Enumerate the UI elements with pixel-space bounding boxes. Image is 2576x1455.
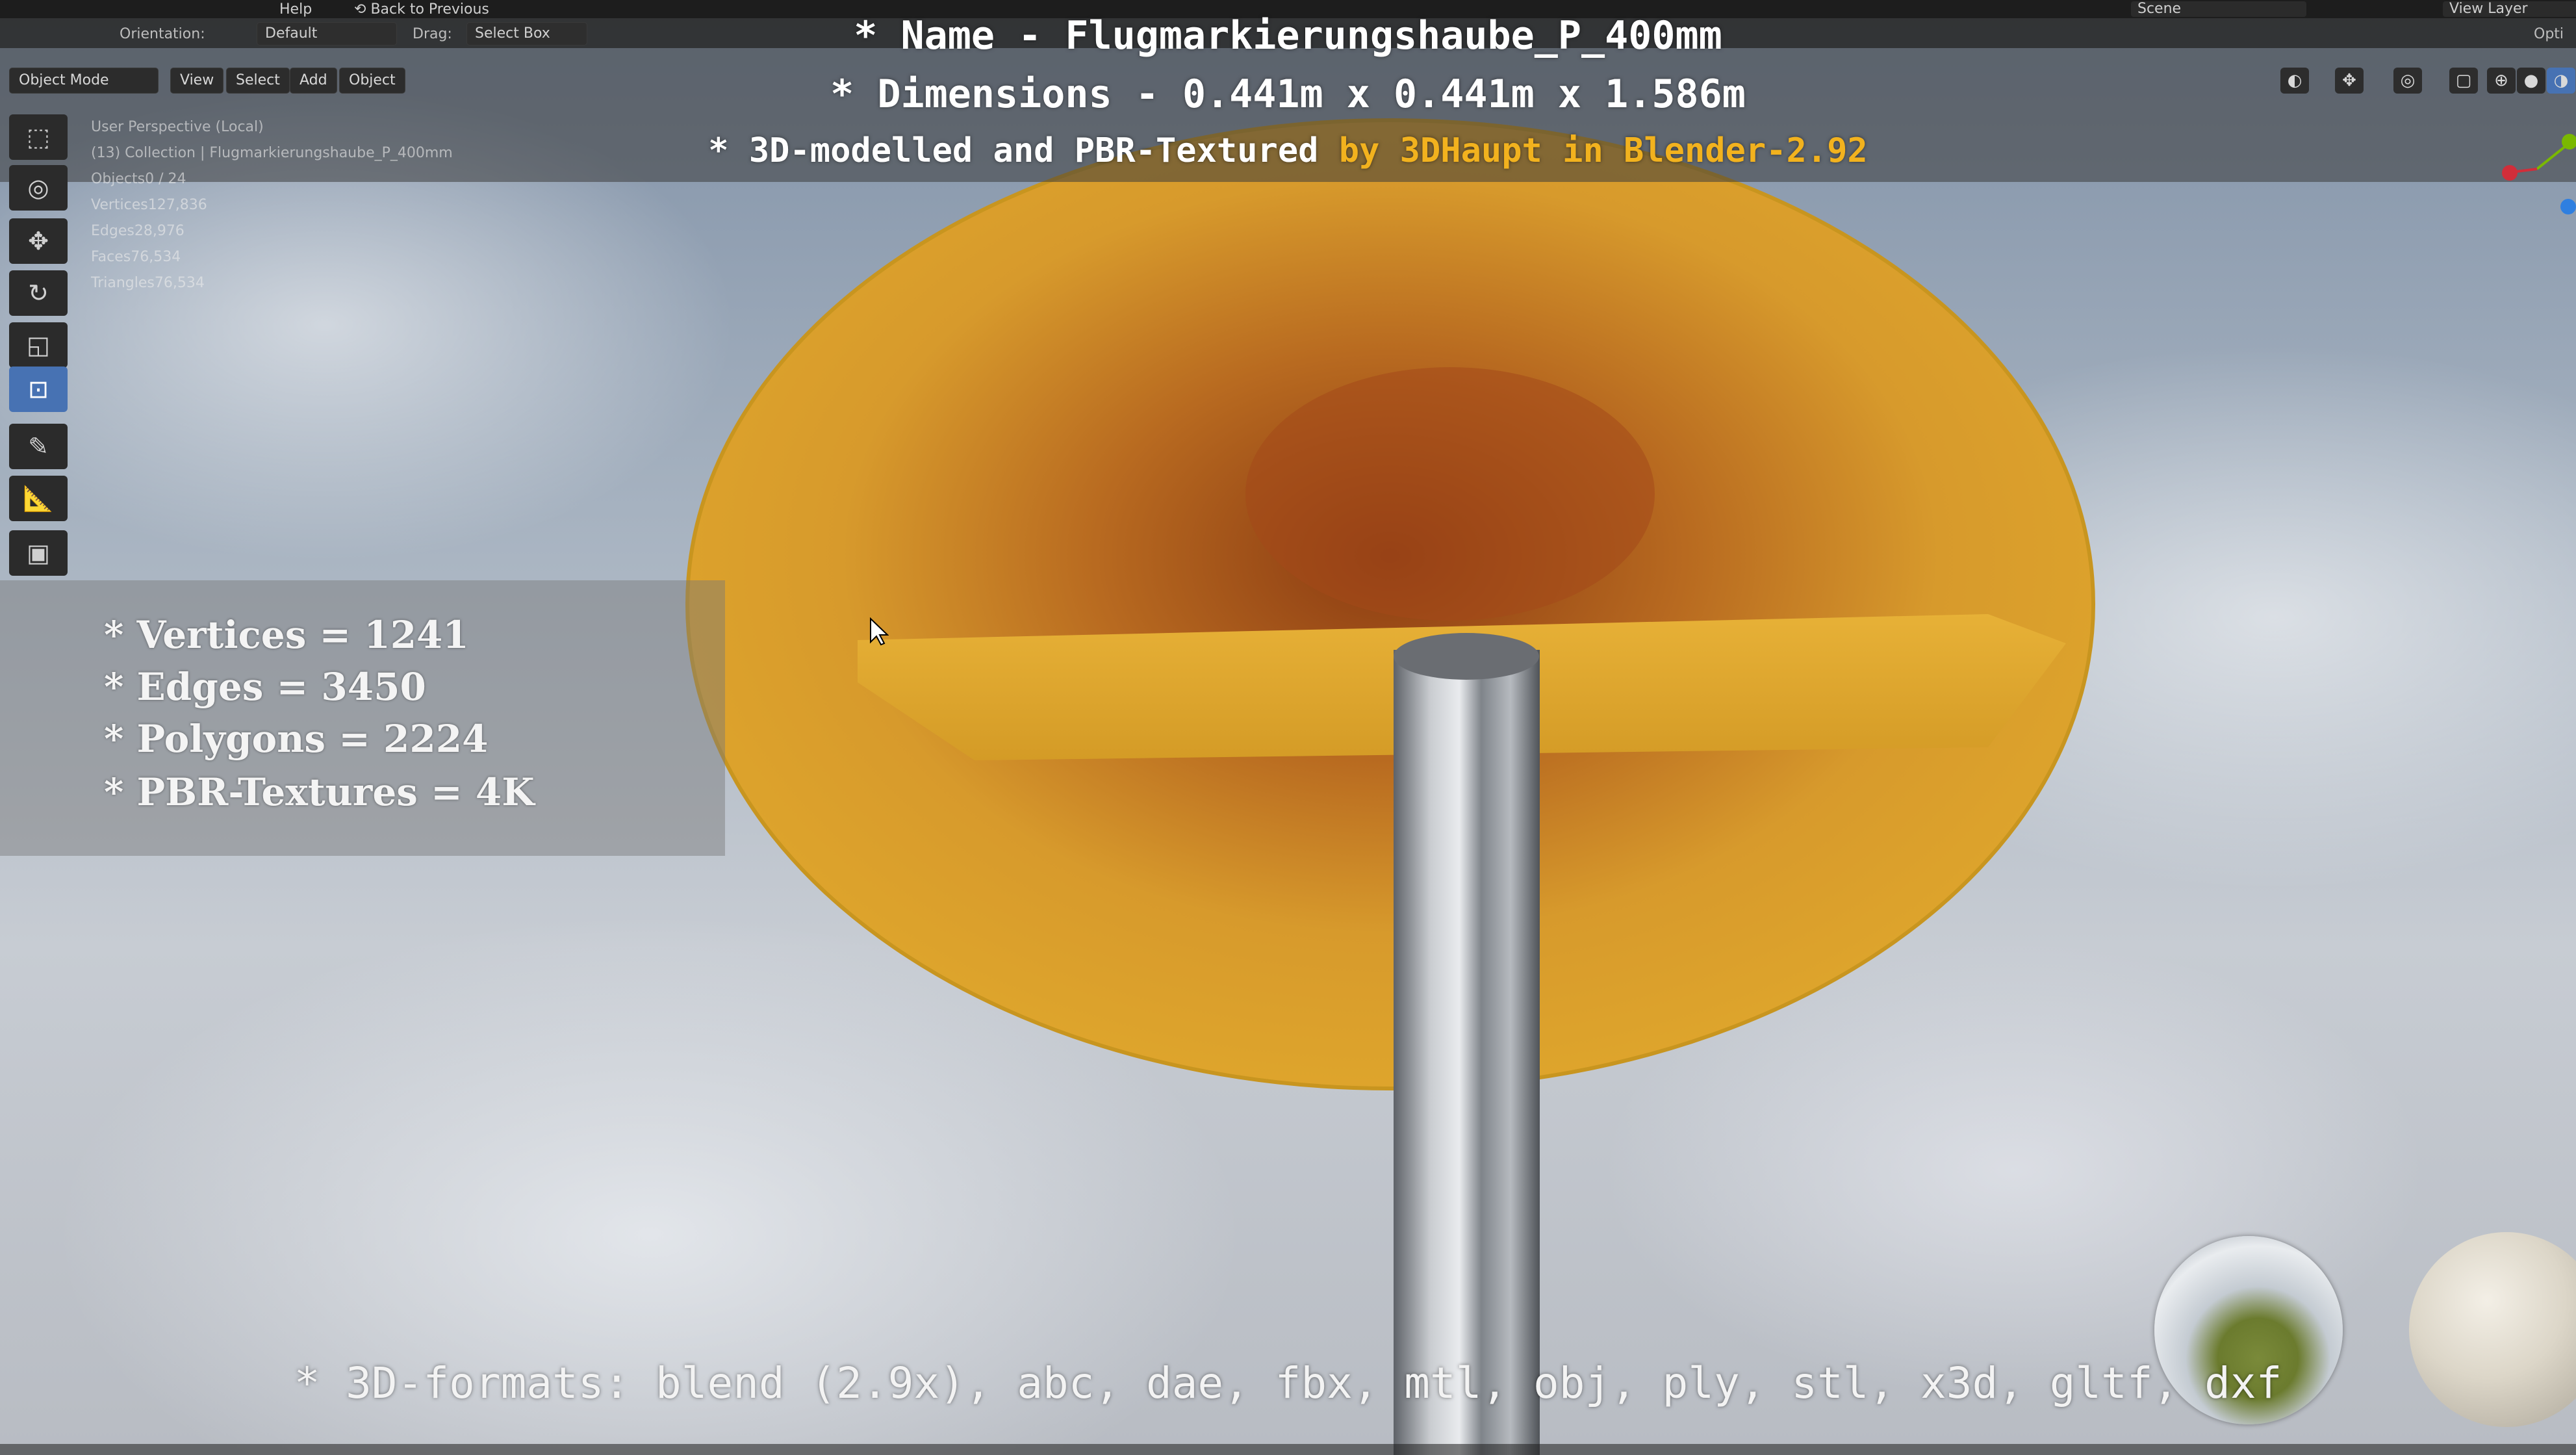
polygons-count: * Polygons = 2224: [104, 717, 489, 761]
stat-objects: Objects0 / 24: [91, 171, 186, 187]
pole-cap: [1394, 633, 1539, 680]
stat-edges: Edges28,976: [91, 223, 185, 239]
cone-inner-disk: [1245, 367, 1655, 621]
move-icon[interactable]: ✥: [9, 218, 68, 264]
credit-line: * 3D-modelled and PBR-Textured by 3DHaup…: [0, 131, 2576, 170]
3d-viewport[interactable]: Help ⟲ Back to Previous Scene View Layer…: [0, 0, 2576, 1455]
rotate-icon[interactable]: ↻: [9, 270, 68, 316]
vertices-count: * Vertices = 1241: [104, 613, 469, 657]
mouse-cursor-icon: [870, 617, 889, 646]
z-axis-icon: [2560, 199, 2576, 214]
stat-vertices: Vertices127,836: [91, 197, 207, 213]
edges-count: * Edges = 3450: [104, 665, 426, 709]
model-dimensions: * Dimensions - 0.441m x 0.441m x 1.586m: [830, 71, 1746, 117]
credit-prefix: * 3D-modelled and PBR-Textured: [708, 131, 1339, 170]
measure-icon[interactable]: 📐: [9, 476, 68, 521]
pole: [1394, 650, 1540, 1455]
stat-triangles: Triangles76,534: [91, 275, 205, 291]
formats-list: * 3D-formats: blend (2.9x), abc, dae, fb…: [294, 1358, 2282, 1408]
transform-icon[interactable]: ⊡: [9, 367, 68, 412]
model-stats-panel: * Vertices = 1241 * Edges = 3450 * Polyg…: [0, 580, 725, 856]
scale-icon[interactable]: ◱: [9, 322, 68, 368]
status-bar: [0, 1444, 2576, 1455]
annotate-icon[interactable]: ✎: [9, 424, 68, 469]
stat-faces: Faces76,534: [91, 249, 181, 265]
textures-resolution: * PBR-Textures = 4K: [104, 770, 535, 814]
add-cube-icon[interactable]: ▣: [9, 530, 68, 576]
cursor-icon[interactable]: ◎: [9, 165, 68, 211]
credit-highlight: by 3DHaupt in Blender-2.92: [1338, 131, 1868, 170]
model-name-title: * Name - Flugmarkierungshaube_P_400mm: [854, 13, 1722, 58]
